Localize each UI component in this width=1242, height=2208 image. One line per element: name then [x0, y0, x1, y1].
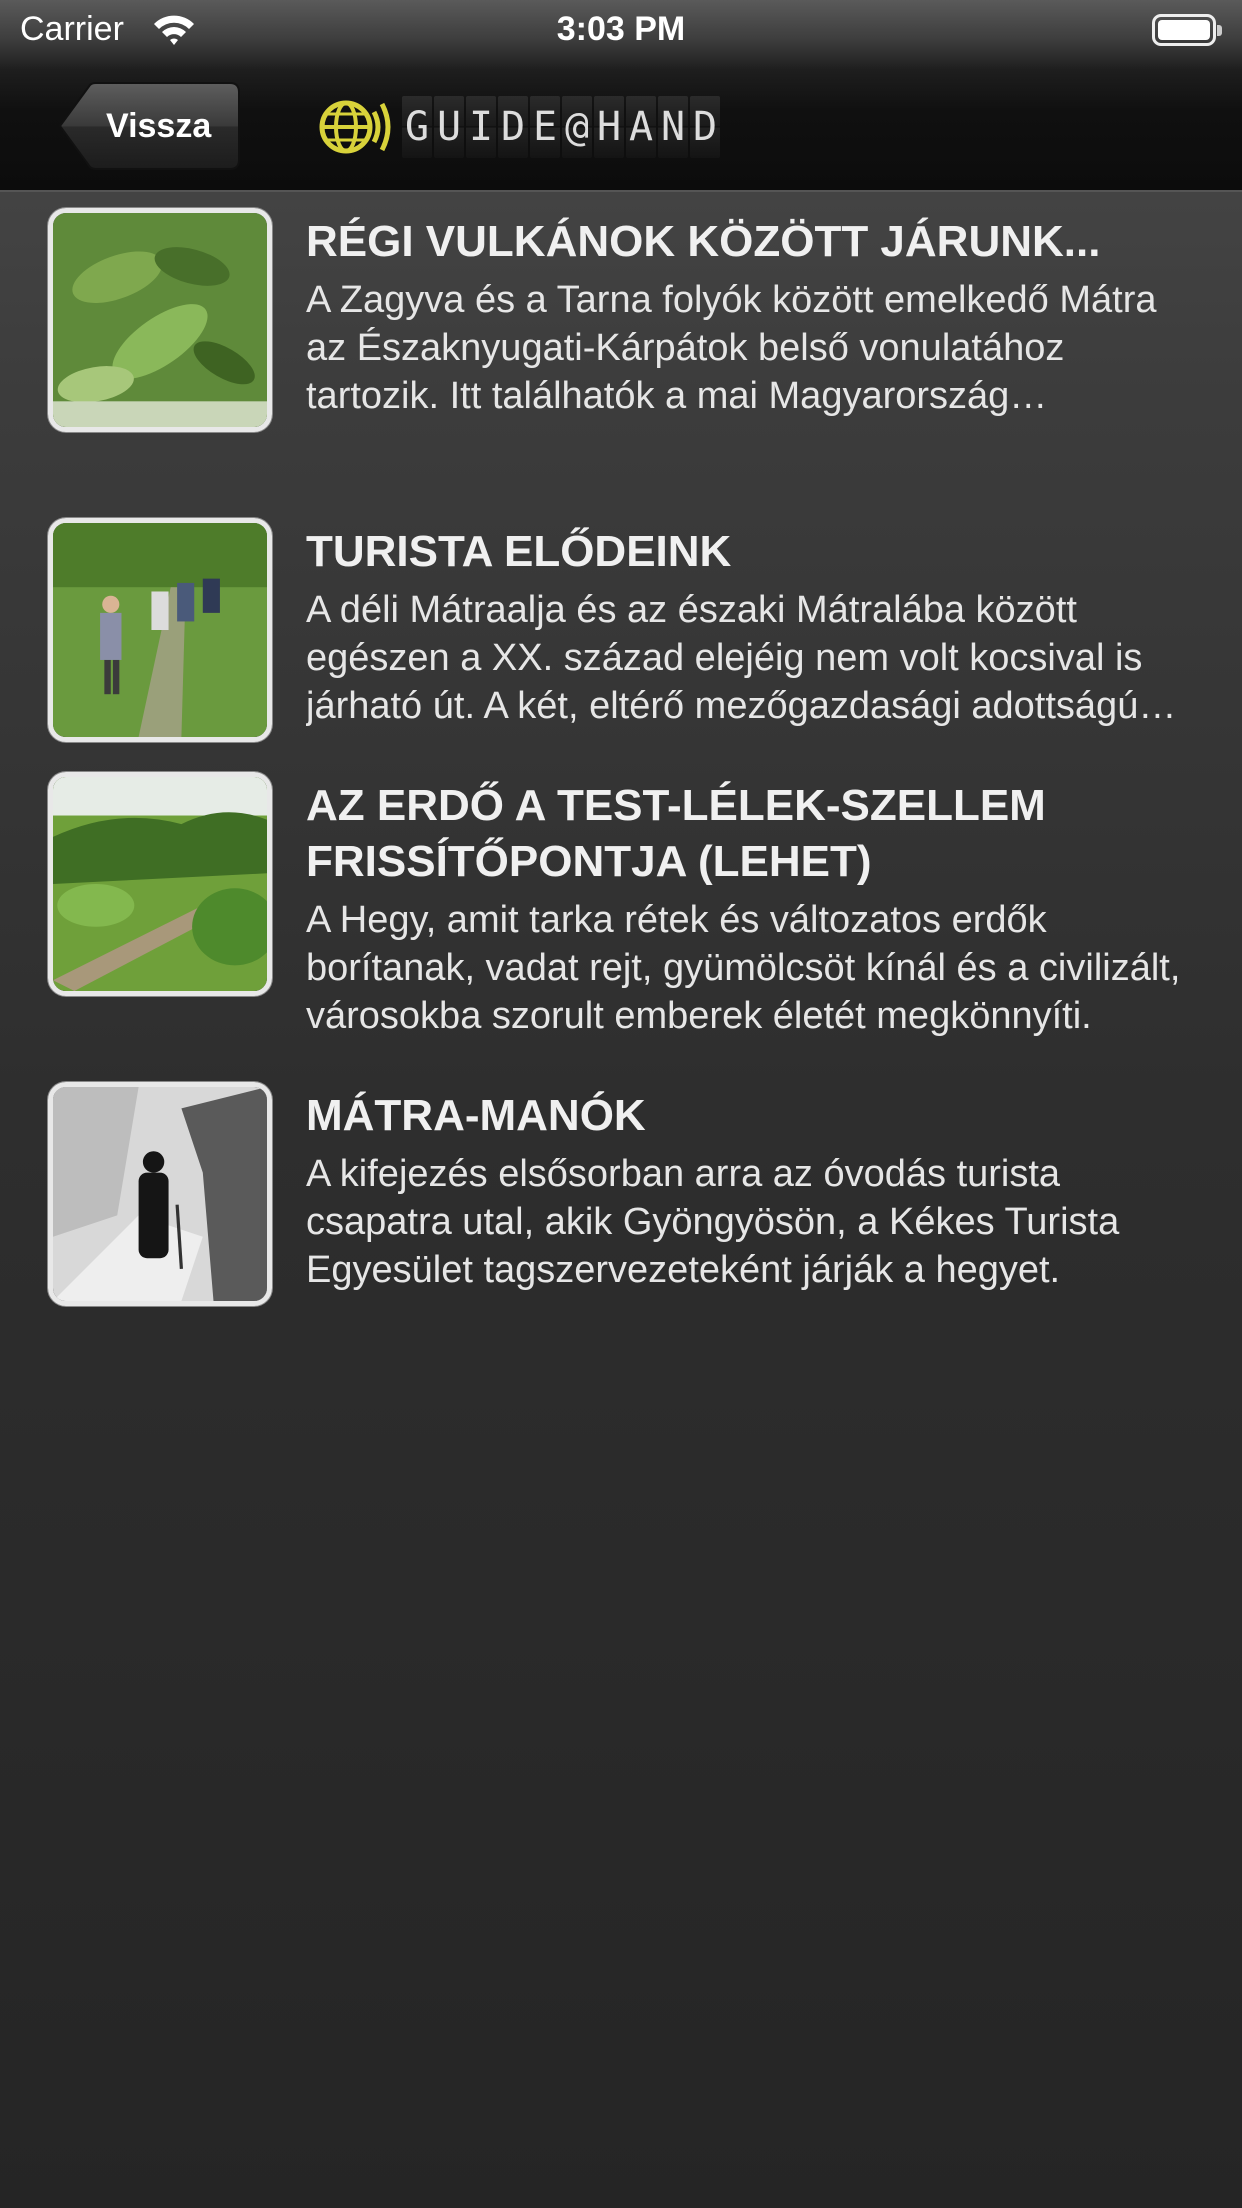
hikers-photo-thumbnail	[48, 518, 272, 742]
battery-icon	[1152, 14, 1222, 46]
brand-letter: A	[626, 96, 656, 158]
brand-letter: E	[530, 96, 560, 158]
list-item[interactable]: AZ ERDŐ A TEST-LÉLEK-SZELLEM FRISSÍTŐPON…	[0, 758, 1242, 1068]
brand-letter: G	[402, 96, 432, 158]
status-bar: Carrier 3:03 PM	[0, 0, 1242, 60]
list-item[interactable]: RÉGI VULKÁNOK KÖZÖTT JÁRUNK... A Zagyva …	[0, 194, 1242, 504]
brand-letter: D	[498, 96, 528, 158]
back-button-label: Vissza	[106, 106, 212, 145]
navigation-bar: Carrier 3:03 PM Vissza G U I D E @ H A N…	[0, 0, 1242, 192]
item-description: A kifejezés elsősorban arra az óvodás tu…	[306, 1153, 1120, 1291]
brand-letter: D	[690, 96, 720, 158]
item-description: A déli Mátraalja és az északi Mátralába …	[306, 589, 1143, 727]
item-description: A Hegy, amit tarka rétek és változatos e…	[306, 899, 1181, 1037]
winter-walker-photo-thumbnail	[48, 1082, 272, 1306]
status-time: 3:03 PM	[556, 10, 686, 48]
list-item[interactable]: MÁTRA-MANÓK A kifejezés elsősorban arra …	[0, 1068, 1242, 1322]
list-item[interactable]: TURISTA ELŐDEINK A déli Mátraalja és az …	[0, 504, 1242, 758]
brand-letter: U	[434, 96, 464, 158]
item-description: A Zagyva és a Tarna folyók között emelke…	[306, 279, 1157, 417]
item-title: RÉGI VULKÁNOK KÖZÖTT JÁRUNK...	[306, 217, 1101, 266]
brand-letter: H	[594, 96, 624, 158]
item-title: TURISTA ELŐDEINK	[306, 527, 732, 576]
brand-letter: @	[562, 96, 592, 158]
article-list: RÉGI VULKÁNOK KÖZÖTT JÁRUNK... A Zagyva …	[0, 194, 1242, 1322]
brand-wordmark: G U I D E @ H A N D	[402, 96, 722, 158]
brand-letter: I	[466, 96, 496, 158]
forest-path-photo-thumbnail	[48, 772, 272, 996]
brand-letter: N	[658, 96, 688, 158]
item-title: MÁTRA-MANÓK	[306, 1091, 646, 1140]
back-button[interactable]: Vissza	[58, 82, 240, 170]
item-title: AZ ERDŐ A TEST-LÉLEK-SZELLEM FRISSÍTŐPON…	[306, 781, 1046, 886]
globe-sound-icon	[319, 100, 391, 154]
brand-logo: G U I D E @ H A N D	[318, 92, 722, 162]
leaves-photo-thumbnail	[48, 208, 272, 432]
